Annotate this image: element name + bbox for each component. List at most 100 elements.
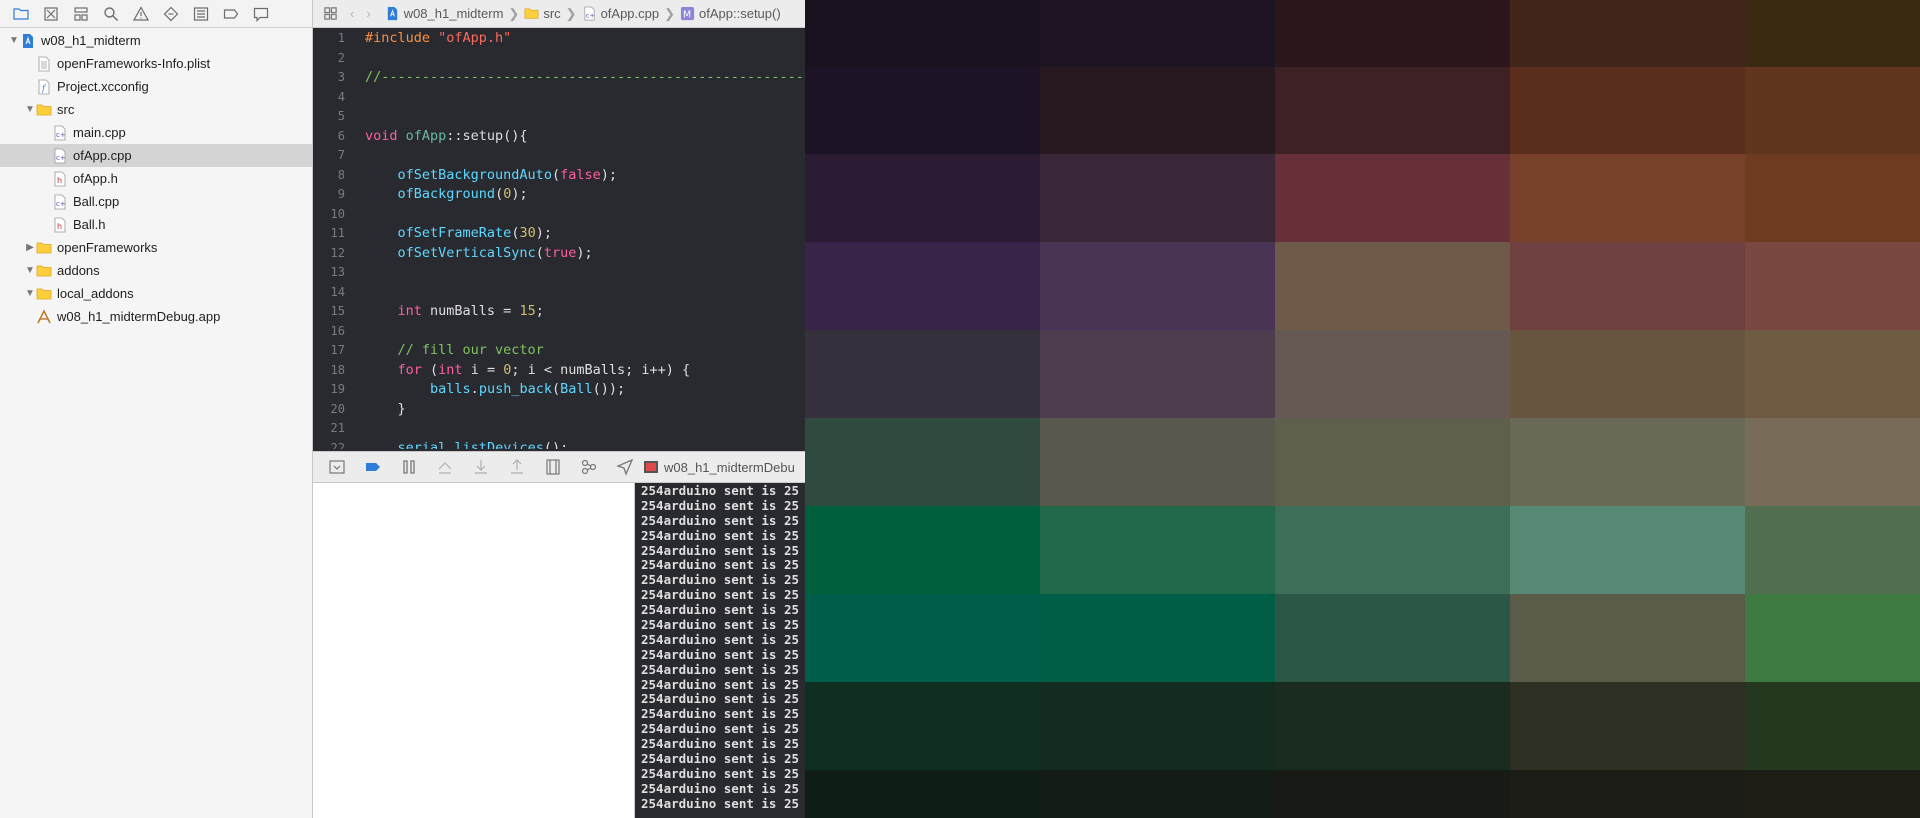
svg-text:h: h xyxy=(57,222,62,231)
view-debugger-icon[interactable] xyxy=(535,458,571,476)
color-tile xyxy=(1745,418,1920,506)
forward-arrow-icon[interactable]: › xyxy=(366,6,370,21)
code-line[interactable]: 7 xyxy=(313,146,805,166)
code-line[interactable]: 1 #include "ofApp.h" xyxy=(313,29,805,49)
code-line[interactable]: 19 balls.push_back(Ball()); xyxy=(313,380,805,400)
tree-item[interactable]: c+ main.cpp xyxy=(0,121,312,144)
code-line[interactable]: 22 serial.listDevices(); xyxy=(313,439,805,450)
disclosure-open-icon[interactable]: ▼ xyxy=(8,35,20,46)
project-icon xyxy=(20,33,36,49)
tree-item[interactable]: ▼ local_addons xyxy=(0,282,312,305)
test-icon[interactable] xyxy=(156,0,186,27)
location-icon[interactable] xyxy=(607,458,643,476)
tree-item[interactable]: ▼ w08_h1_midterm xyxy=(0,29,312,52)
tree-item[interactable]: h ofApp.h xyxy=(0,167,312,190)
tree-item-label: openFrameworks xyxy=(57,240,158,255)
tree-item-label: main.cpp xyxy=(73,125,126,140)
code-line[interactable]: 2 xyxy=(313,49,805,69)
code-line[interactable]: 21 xyxy=(313,419,805,439)
tree-item-label: ofApp.h xyxy=(73,171,118,186)
tree-item-label: local_addons xyxy=(57,286,134,301)
symbol-icon[interactable] xyxy=(66,0,96,27)
console-line: 254arduino sent is 25 xyxy=(641,631,800,647)
code-line[interactable]: 12 ofSetVerticalSync(true); xyxy=(313,244,805,264)
report-icon[interactable] xyxy=(246,0,276,27)
memory-graph-icon[interactable] xyxy=(571,458,607,476)
code-token: numBalls = xyxy=(430,303,520,319)
tree-item[interactable]: c+ ofApp.cpp xyxy=(0,144,312,167)
step-out-icon[interactable] xyxy=(499,458,535,476)
tree-item[interactable]: openFrameworks-Info.plist xyxy=(0,52,312,75)
hide-debug-area-icon[interactable] xyxy=(319,458,355,476)
folder-icon[interactable] xyxy=(6,0,36,27)
code-line[interactable]: 6 void ofApp::setup(){ xyxy=(313,127,805,147)
code-line[interactable]: 16 xyxy=(313,322,805,342)
disclosure-open-icon[interactable]: ▼ xyxy=(24,104,36,115)
line-number: 18 xyxy=(330,362,345,377)
line-number: 15 xyxy=(330,304,345,318)
code-line[interactable]: 10 xyxy=(313,205,805,225)
code-line[interactable]: 3 //-------------------------------------… xyxy=(313,68,805,88)
tree-item[interactable]: w08_h1_midtermDebug.app xyxy=(0,305,312,328)
code-token: ; i < numBalls; i++) { xyxy=(511,361,691,378)
breadcrumb-item[interactable]: src xyxy=(524,6,561,21)
plist-icon xyxy=(36,56,52,72)
code-token: ofSetVerticalSync xyxy=(397,244,536,261)
console-line: 254arduino sent is 25 xyxy=(641,706,800,722)
line-number: 21 xyxy=(330,421,345,435)
color-tile xyxy=(1745,594,1920,682)
tree-item[interactable]: ▶ openFrameworks xyxy=(0,236,312,259)
yellow-folder-icon xyxy=(36,240,52,256)
code-line[interactable]: 20 } xyxy=(313,400,805,420)
yellow-folder-icon xyxy=(36,263,52,279)
breadcrumb-item[interactable]: c+ ofApp.cpp xyxy=(582,6,659,21)
app-output-window[interactable] xyxy=(805,0,1920,818)
step-into-icon[interactable] xyxy=(463,458,499,476)
breakpoint-icon[interactable] xyxy=(216,0,246,27)
pause-icon[interactable] xyxy=(391,458,427,476)
code-token: i = xyxy=(470,361,504,378)
console-line: 254arduino sent is 25 xyxy=(641,691,800,707)
issue-icon[interactable] xyxy=(126,0,156,27)
step-over-icon[interactable] xyxy=(427,458,463,476)
debug-target[interactable]: w08_h1_midtermDebu xyxy=(643,459,795,475)
tree-item[interactable]: c+ Ball.cpp xyxy=(0,190,312,213)
find-icon[interactable] xyxy=(96,0,126,27)
back-arrow-icon[interactable]: ‹ xyxy=(350,6,354,21)
code-line[interactable]: 9 ofBackground(0); xyxy=(313,185,805,205)
grid-icon[interactable] xyxy=(323,6,342,21)
code-line[interactable]: 8 ofSetBackgroundAuto(false); xyxy=(313,166,805,186)
breadcrumb-item[interactable]: w08_h1_midterm xyxy=(385,6,503,21)
code-line[interactable]: 15 int numBalls = 15; xyxy=(313,302,805,322)
code-editor[interactable]: 1 #include "ofApp.h" 2 3 //-----------------… xyxy=(313,29,805,449)
variables-view[interactable] xyxy=(313,483,635,818)
debug-icon[interactable] xyxy=(186,0,216,27)
line-number: 1 xyxy=(337,31,345,45)
color-tile xyxy=(1275,0,1510,67)
code-line[interactable]: 18 for (int i = 0; i < numBalls; i++) { xyxy=(313,361,805,381)
line-number: 12 xyxy=(330,245,345,260)
code-line[interactable]: 5 xyxy=(313,107,805,127)
disclosure-open-icon[interactable]: ▼ xyxy=(24,288,36,299)
disclosure-closed-icon[interactable]: ▶ xyxy=(24,242,36,253)
jump-bar: ‹ › w08_h1_midterm ❯ src ❯ c+ ofApp.cpp ❯ MofAp… xyxy=(313,0,805,28)
console-output[interactable]: 254arduino sent is 25 254arduino sent is … xyxy=(635,483,805,818)
tree-item[interactable]: h Ball.h xyxy=(0,213,312,236)
code-line[interactable]: 4 xyxy=(313,88,805,108)
folder-icon xyxy=(524,6,543,21)
tree-item[interactable]: ▼ src xyxy=(0,98,312,121)
breadcrumb-item[interactable]: MofApp::setup() xyxy=(680,6,781,21)
source-control-icon[interactable] xyxy=(36,0,66,27)
color-tile xyxy=(1275,682,1510,770)
tree-item[interactable]: f Project.xcconfig xyxy=(0,75,312,98)
code-line[interactable]: 17 // fill our vector xyxy=(313,341,805,361)
code-line[interactable]: 13 xyxy=(313,263,805,283)
disclosure-open-icon[interactable]: ▼ xyxy=(24,265,36,276)
tree-item[interactable]: ▼ addons xyxy=(0,259,312,282)
svg-text:c+: c+ xyxy=(56,154,66,162)
breakpoints-icon[interactable] xyxy=(355,458,391,476)
code-line[interactable]: 11 ofSetFrameRate(30); xyxy=(313,224,805,244)
color-tile xyxy=(805,242,1040,330)
code-line[interactable]: 14 xyxy=(313,283,805,303)
